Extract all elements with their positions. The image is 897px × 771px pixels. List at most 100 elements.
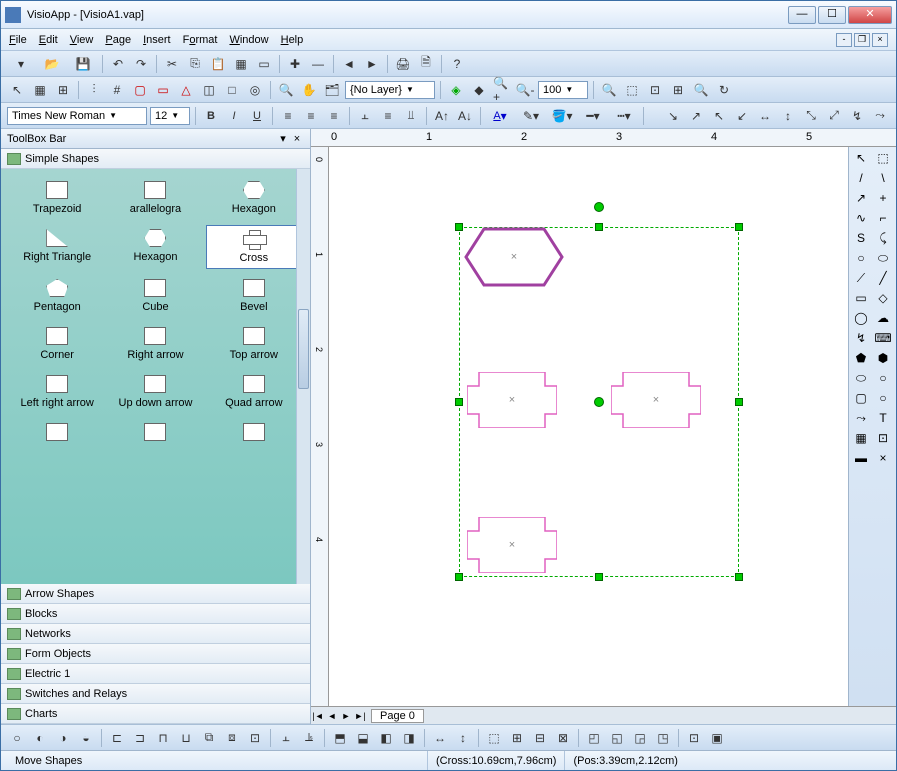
- arrange-tool-7[interactable]: ⊓: [153, 728, 173, 748]
- drawing-canvas[interactable]: × × × ×: [329, 147, 848, 706]
- arrange-tool-14[interactable]: ⫡: [299, 728, 319, 748]
- handle-center[interactable]: [594, 397, 604, 407]
- arrange-tool-9[interactable]: ⧉: [199, 728, 219, 748]
- valign-bot-icon[interactable]: ⫫: [401, 106, 421, 126]
- menu-view[interactable]: View: [70, 34, 94, 46]
- handle-n[interactable]: [595, 223, 603, 231]
- ruler-vertical[interactable]: 0 1 2 3 4: [311, 147, 329, 706]
- select-icon[interactable]: ▦: [30, 80, 50, 100]
- arrange-tool-30[interactable]: ◱: [607, 728, 627, 748]
- menu-help[interactable]: Help: [281, 34, 304, 46]
- draw-tool-1[interactable]: ⬚: [873, 149, 893, 167]
- handle-nw[interactable]: [455, 223, 463, 231]
- zoom-icon[interactable]: 🔍: [276, 80, 296, 100]
- toolbox-pin-icon[interactable]: ▾: [276, 132, 290, 145]
- print-preview-button[interactable]: 🗎: [416, 54, 436, 74]
- print-button[interactable]: 🖨: [393, 54, 413, 74]
- font-combo[interactable]: Times New Roman▼: [7, 107, 147, 125]
- target-icon[interactable]: ◎: [245, 80, 265, 100]
- align-center-icon[interactable]: ≡: [301, 106, 321, 126]
- dec-font-icon[interactable]: A↓: [455, 106, 475, 126]
- category-blocks[interactable]: Blocks: [1, 604, 310, 624]
- draw-tool-16[interactable]: ◯: [851, 309, 871, 327]
- draw-tool-10[interactable]: ○: [851, 249, 871, 267]
- conn1-icon[interactable]: ↘: [663, 106, 683, 126]
- draw-tool-0[interactable]: ↖: [851, 149, 871, 167]
- shape-corner[interactable]: Corner: [9, 323, 105, 365]
- category-networks[interactable]: Networks: [1, 624, 310, 644]
- draw-tool-23[interactable]: ○: [873, 369, 893, 387]
- draw-tool-13[interactable]: ╱: [873, 269, 893, 287]
- conn5-icon[interactable]: ↔: [755, 106, 775, 126]
- conn9-icon[interactable]: ↯: [847, 106, 867, 126]
- shape-right-triangle[interactable]: Right Triangle: [9, 225, 105, 269]
- help-button[interactable]: ?: [447, 54, 467, 74]
- tab-prev-icon[interactable]: ◄: [325, 711, 339, 721]
- handle-sw[interactable]: [455, 573, 463, 581]
- conn7-icon[interactable]: ⤡: [801, 106, 821, 126]
- conn3-icon[interactable]: ↖: [709, 106, 729, 126]
- shape-bevel[interactable]: Bevel: [206, 275, 302, 317]
- mdi-minimize[interactable]: -: [836, 33, 852, 47]
- line-icon[interactable]: ━▾: [579, 106, 607, 126]
- zoomout-icon[interactable]: 🔍-: [515, 80, 535, 100]
- preview-button[interactable]: ▭: [254, 54, 274, 74]
- pan-button[interactable]: ▦: [231, 54, 251, 74]
- shape-top-arrow[interactable]: Top arrow: [206, 323, 302, 365]
- layer-mgr-icon[interactable]: ◈: [446, 80, 466, 100]
- open-button[interactable]: 📂: [38, 54, 66, 74]
- mdi-close[interactable]: ×: [872, 33, 888, 47]
- fit-icon[interactable]: 🔍: [599, 80, 619, 100]
- scrollbar-thumb[interactable]: [298, 309, 309, 389]
- draw-tool-14[interactable]: ▭: [851, 289, 871, 307]
- arrange-tool-2[interactable]: ◑: [53, 728, 73, 748]
- arrange-tool-21[interactable]: ↔: [430, 728, 450, 748]
- toolbox-scrollbar[interactable]: [296, 169, 310, 584]
- draw-tool-27[interactable]: T: [873, 409, 893, 427]
- valign-top-icon[interactable]: ⫠: [355, 106, 375, 126]
- close-button[interactable]: ✕: [848, 6, 892, 24]
- draw-tool-19[interactable]: ⌨: [873, 329, 893, 347]
- minimize-button[interactable]: —: [788, 6, 816, 24]
- draw-tool-26[interactable]: ⤳: [851, 409, 871, 427]
- draw-tool-25[interactable]: ○: [873, 389, 893, 407]
- shape-pentagon[interactable]: Pentagon: [9, 275, 105, 317]
- layers-icon[interactable]: 🗂: [322, 80, 342, 100]
- zoom3-icon[interactable]: ⊞: [668, 80, 688, 100]
- arrange-tool-29[interactable]: ◰: [584, 728, 604, 748]
- size-combo[interactable]: 12▼: [150, 107, 190, 125]
- arrange-tool-32[interactable]: ◳: [653, 728, 673, 748]
- handle-ne[interactable]: [735, 223, 743, 231]
- arrange-tool-11[interactable]: ⊡: [245, 728, 265, 748]
- arrange-tool-24[interactable]: ⬚: [484, 728, 504, 748]
- draw-tool-8[interactable]: S: [851, 229, 871, 247]
- conn8-icon[interactable]: ⤢: [824, 106, 844, 126]
- shape-icon[interactable]: ◫: [199, 80, 219, 100]
- cut-button[interactable]: ✂: [162, 54, 182, 74]
- draw-tool-5[interactable]: +: [873, 189, 893, 207]
- menu-window[interactable]: Window: [229, 34, 268, 46]
- copy-button[interactable]: ⎘: [185, 54, 205, 74]
- menu-insert[interactable]: Insert: [143, 34, 171, 46]
- add-button[interactable]: ✚: [285, 54, 305, 74]
- shape-cube[interactable]: Cube: [107, 275, 203, 317]
- draw-tool-31[interactable]: ×: [873, 449, 893, 467]
- tab-next-icon[interactable]: ►: [339, 711, 353, 721]
- draw-tool-6[interactable]: ∿: [851, 209, 871, 227]
- hand-icon[interactable]: ✋: [299, 80, 319, 100]
- draw-tool-21[interactable]: ⬢: [873, 349, 893, 367]
- arrange-tool-13[interactable]: ⫠: [276, 728, 296, 748]
- arrange-tool-6[interactable]: ⊐: [130, 728, 150, 748]
- menu-file[interactable]: File: [9, 34, 27, 46]
- align-right-icon[interactable]: ≡: [324, 106, 344, 126]
- titlebar[interactable]: VisioApp - [VisioA1.vap] — ☐ ✕: [1, 1, 896, 29]
- shape-cross[interactable]: Cross: [206, 225, 302, 269]
- arrange-tool-34[interactable]: ⊡: [684, 728, 704, 748]
- draw-tool-3[interactable]: \: [873, 169, 893, 187]
- back-icon[interactable]: ◄: [339, 54, 359, 74]
- shape-trapezoid[interactable]: Trapezoid: [9, 177, 105, 219]
- draw-tool-29[interactable]: ⊡: [873, 429, 893, 447]
- arrange-tool-19[interactable]: ◨: [399, 728, 419, 748]
- region-icon[interactable]: ⬚: [622, 80, 642, 100]
- toolbox-close-icon[interactable]: ×: [290, 133, 304, 145]
